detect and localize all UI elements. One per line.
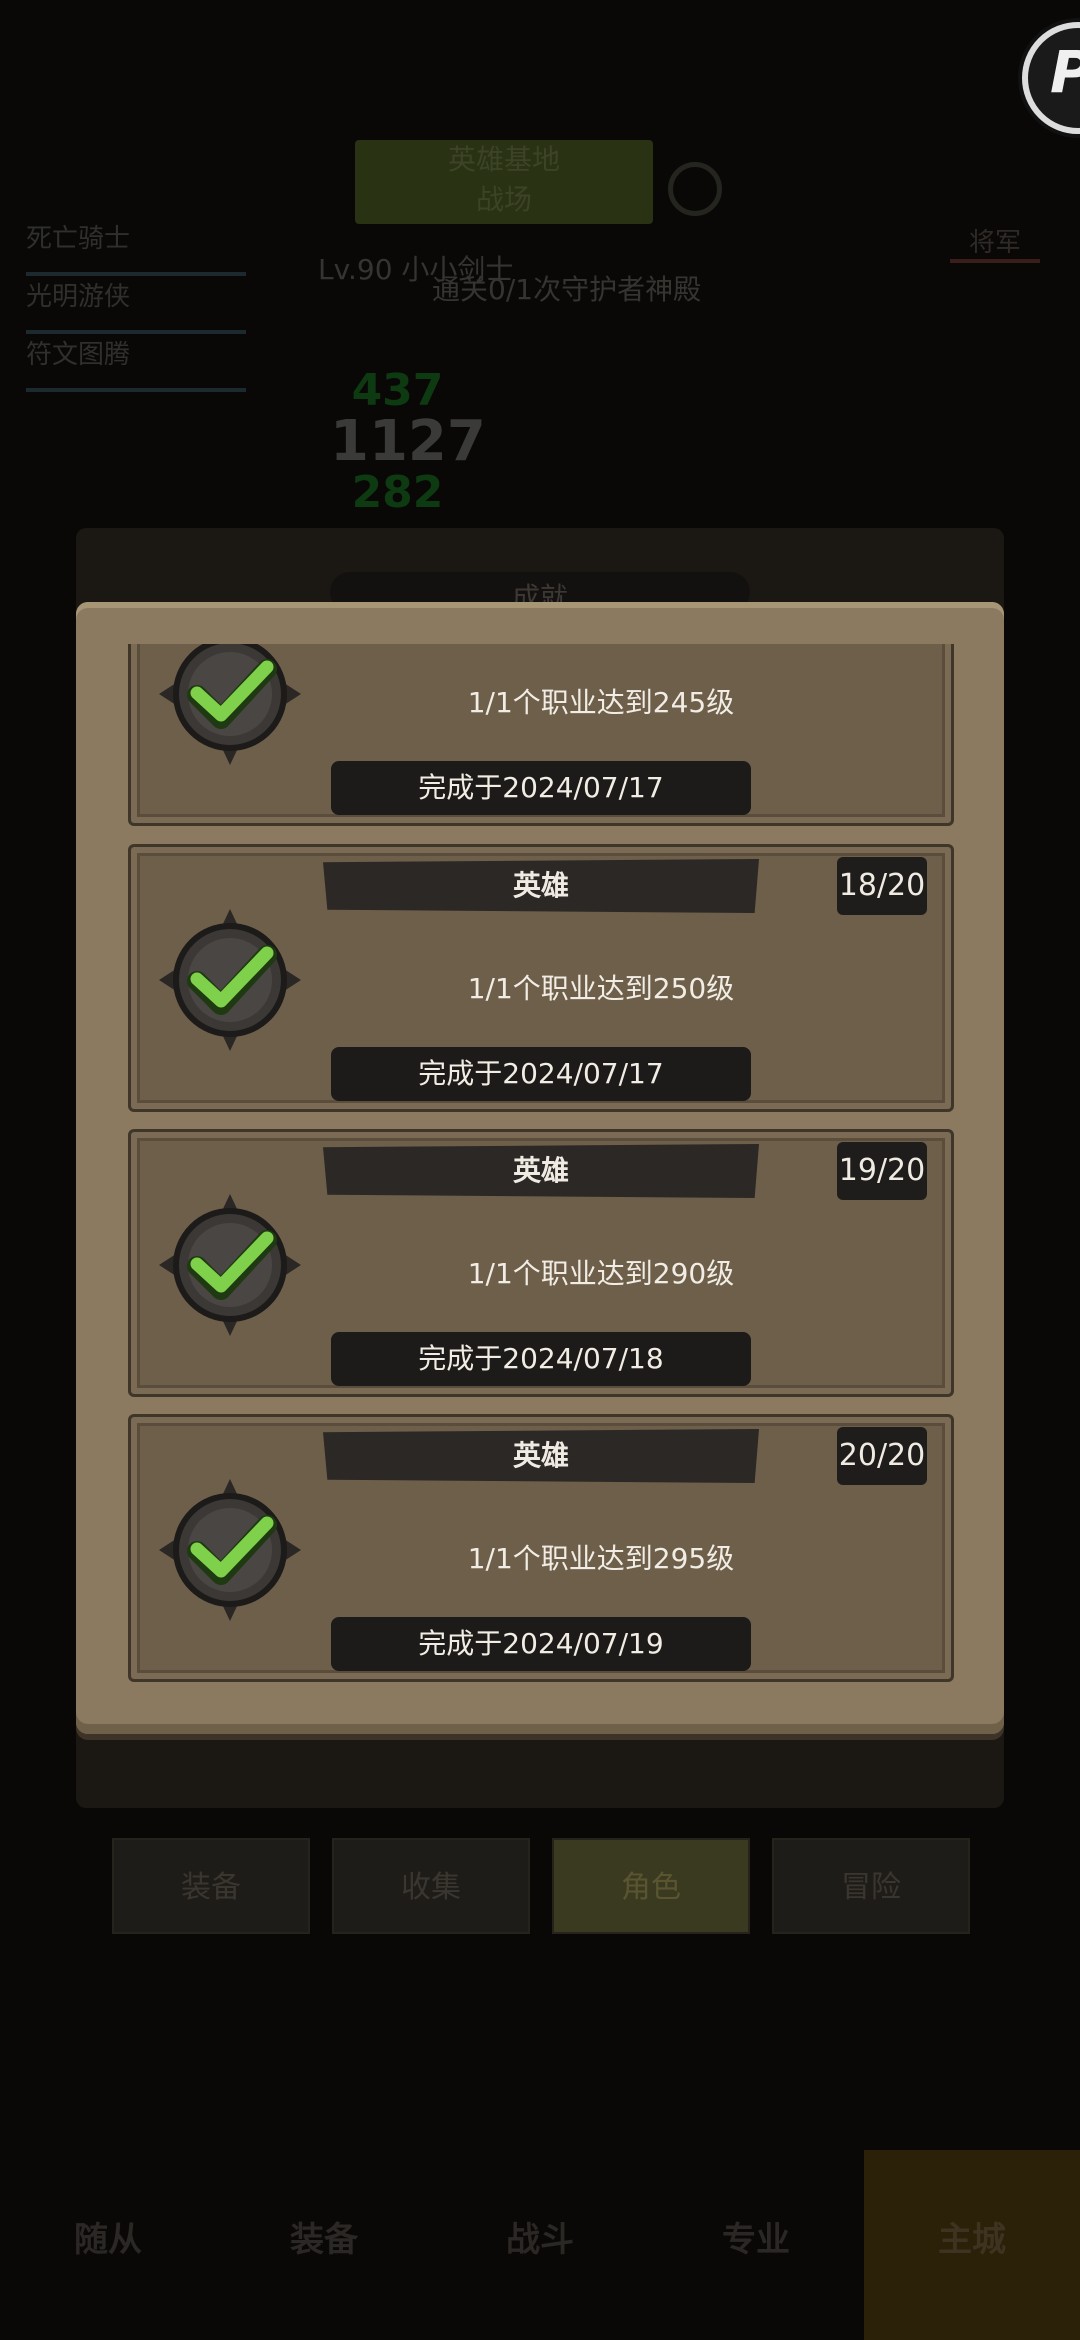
achievement-rank-tag: 英雄 — [323, 1429, 759, 1483]
left-list-item: 光明游侠 — [26, 276, 246, 334]
tab-equipment[interactable]: 装备 — [112, 1838, 310, 1934]
completed-check-badge-icon — [159, 909, 301, 1051]
completed-check-badge-icon — [159, 644, 301, 765]
achievement-rank-tag: 英雄 — [323, 859, 759, 913]
nav-battle[interactable]: 战斗 — [432, 2150, 648, 2340]
completed-check-badge-icon — [159, 1194, 301, 1336]
left-list-item: 死亡骑士 — [26, 218, 246, 276]
background-top-button: 英雄基地 战场 — [355, 140, 653, 224]
achievement-description: 1/1个职业达到250级 — [467, 972, 735, 1005]
background-left-list: 死亡骑士 光明游侠 符文图腾 — [26, 218, 246, 392]
left-list-item: 符文图腾 — [26, 334, 246, 392]
background-stats: 437 1127 282 — [330, 365, 486, 518]
tab-collection[interactable]: 收集 — [332, 1838, 530, 1934]
category-tabs: 装备 收集 角色 冒险 — [112, 1838, 970, 1934]
achievement-progress-count: 18/20 — [837, 857, 927, 915]
achievement-completed-date: 完成于2024/07/17 — [331, 761, 751, 815]
bottom-navigation: 随从 装备 战斗 专业 主城 — [0, 2150, 1080, 2340]
achievement-panel: 1/1个职业达到245级 完成于2024/07/17 英雄 18/20 1/1个… — [76, 602, 1004, 1734]
nav-main-city[interactable]: 主城 — [864, 2150, 1080, 2340]
achievement-progress-count: 20/20 — [837, 1427, 927, 1485]
completed-check-badge-icon — [159, 1479, 301, 1621]
tab-character[interactable]: 角色 — [552, 1838, 750, 1934]
nav-followers[interactable]: 随从 — [0, 2150, 216, 2340]
swap-icon — [668, 162, 722, 216]
corner-app-icon[interactable]: P — [1022, 22, 1080, 134]
background-quest-text: 通关0/1次守护者神殿 — [432, 273, 702, 306]
achievement-description: 1/1个职业达到295级 — [467, 1542, 735, 1575]
background-right-tag: 将军 — [950, 222, 1040, 263]
achievement-card: 英雄 19/20 1/1个职业达到290级 完成于2024/07/18 — [128, 1129, 954, 1397]
achievement-card: 英雄 20/20 1/1个职业达到295级 完成于2024/07/19 — [128, 1414, 954, 1682]
nav-profession[interactable]: 专业 — [648, 2150, 864, 2340]
achievement-card: 英雄 18/20 1/1个职业达到250级 完成于2024/07/17 — [128, 844, 954, 1112]
achievement-completed-date: 完成于2024/07/18 — [331, 1332, 751, 1386]
nav-equipment[interactable]: 装备 — [216, 2150, 432, 2340]
achievement-rank-tag: 英雄 — [323, 1144, 759, 1198]
achievement-completed-date: 完成于2024/07/17 — [331, 1047, 751, 1101]
achievement-list[interactable]: 1/1个职业达到245级 完成于2024/07/17 英雄 18/20 1/1个… — [128, 644, 954, 1698]
achievement-description: 1/1个职业达到245级 — [467, 686, 735, 719]
achievement-card: 1/1个职业达到245级 完成于2024/07/17 — [128, 644, 954, 826]
achievement-progress-count: 19/20 — [837, 1142, 927, 1200]
tab-adventure[interactable]: 冒险 — [772, 1838, 970, 1934]
achievement-description: 1/1个职业达到290级 — [467, 1257, 735, 1290]
achievement-completed-date: 完成于2024/07/19 — [331, 1617, 751, 1671]
